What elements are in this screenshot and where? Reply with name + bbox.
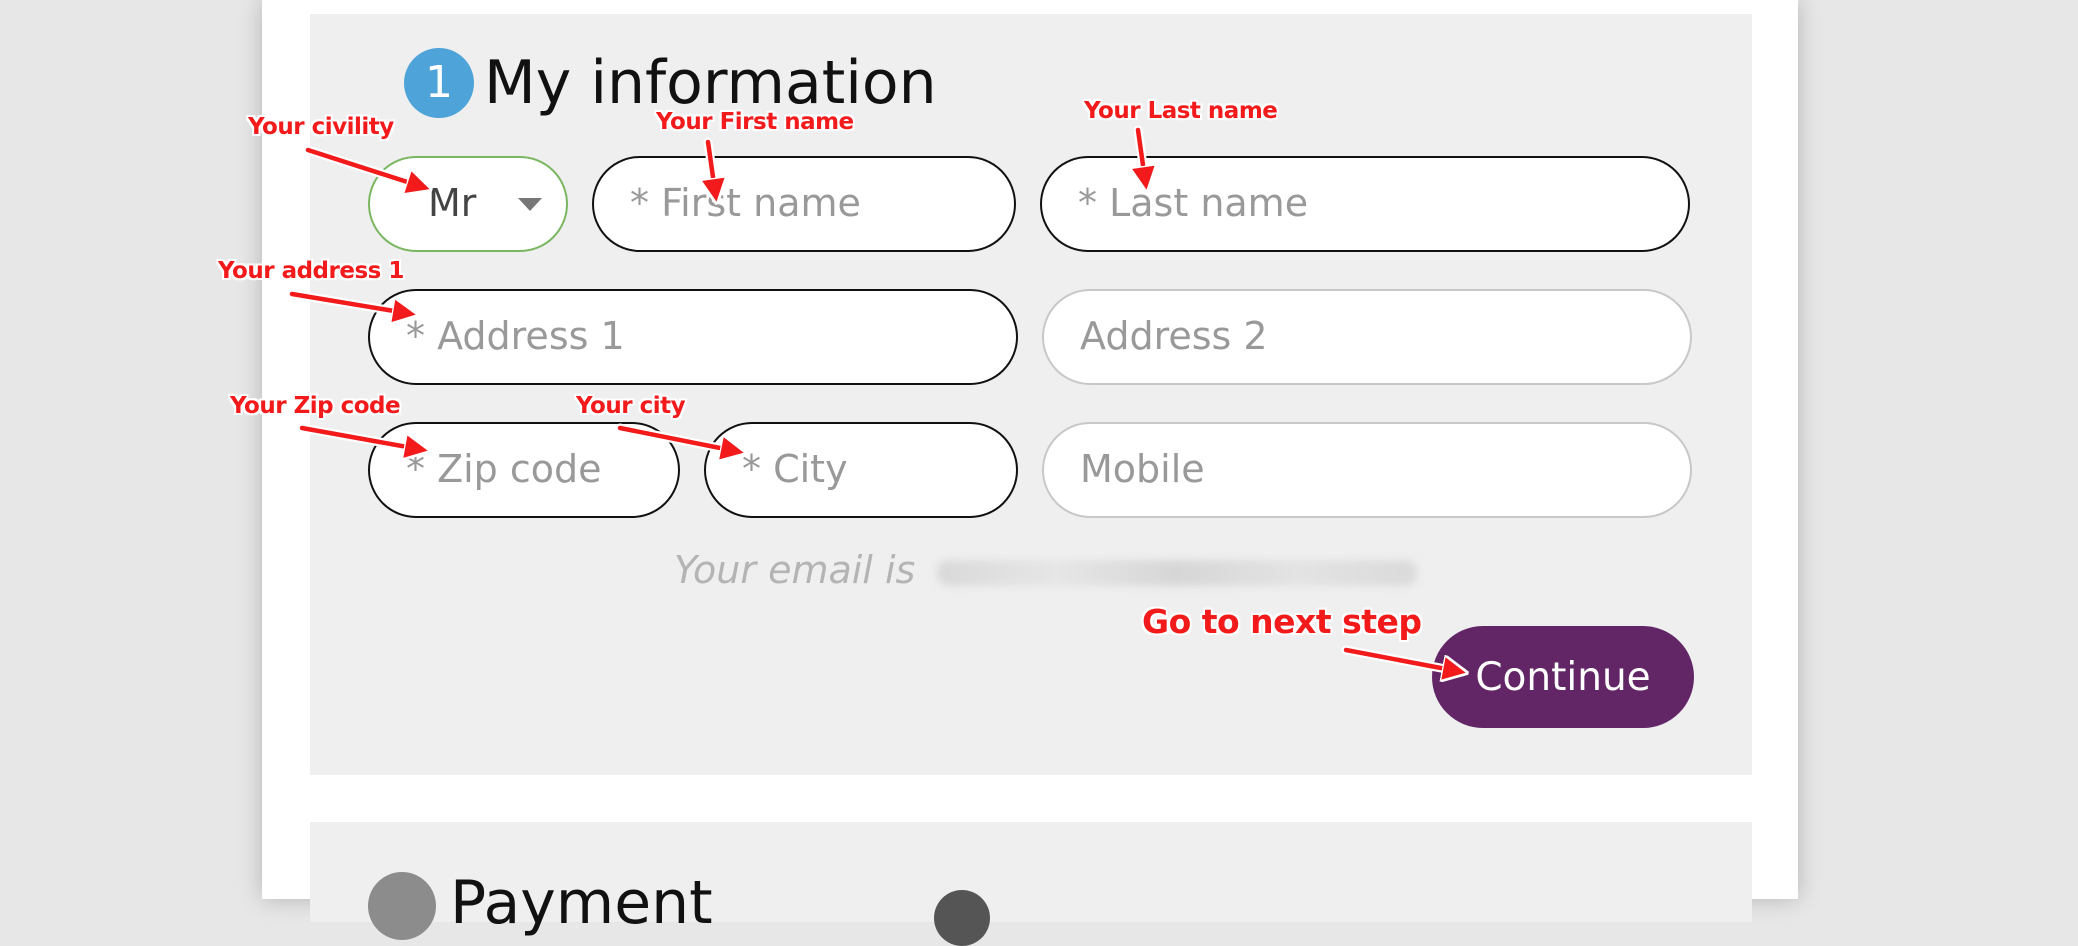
last-name-input[interactable]: * Last name xyxy=(1040,156,1690,252)
annotation-first-name: Your First name xyxy=(656,109,854,135)
step-2-badge xyxy=(368,872,436,940)
annotation-civility: Your civility xyxy=(248,114,394,140)
city-input[interactable]: * City xyxy=(704,422,1018,518)
annotation-city: Your city xyxy=(576,393,686,419)
mobile-input[interactable]: Mobile xyxy=(1042,422,1692,518)
civility-select[interactable]: Mr xyxy=(368,156,568,252)
civility-value: Mr xyxy=(428,181,477,225)
email-prefix: Your email is xyxy=(674,548,916,592)
annotation-next-step: Go to next step xyxy=(1142,602,1422,641)
annotation-zip: Your Zip code xyxy=(230,393,401,419)
email-line: Your email is xyxy=(674,548,1418,592)
section-title: My information xyxy=(484,48,937,118)
address1-input[interactable]: * Address 1 xyxy=(368,289,1018,385)
chevron-down-icon xyxy=(518,198,542,211)
payment-section-title: Payment xyxy=(450,868,713,938)
card-logo-icon xyxy=(934,890,990,946)
continue-button[interactable]: Continue xyxy=(1432,626,1694,728)
step-1-badge: 1 xyxy=(404,48,474,118)
email-address-redacted xyxy=(937,559,1418,586)
address2-input[interactable]: Address 2 xyxy=(1042,289,1692,385)
annotation-address1: Your address 1 xyxy=(218,258,404,284)
zip-code-input[interactable]: * Zip code xyxy=(368,422,680,518)
annotation-last-name: Your Last name xyxy=(1084,98,1278,124)
first-name-input[interactable]: * First name xyxy=(592,156,1016,252)
